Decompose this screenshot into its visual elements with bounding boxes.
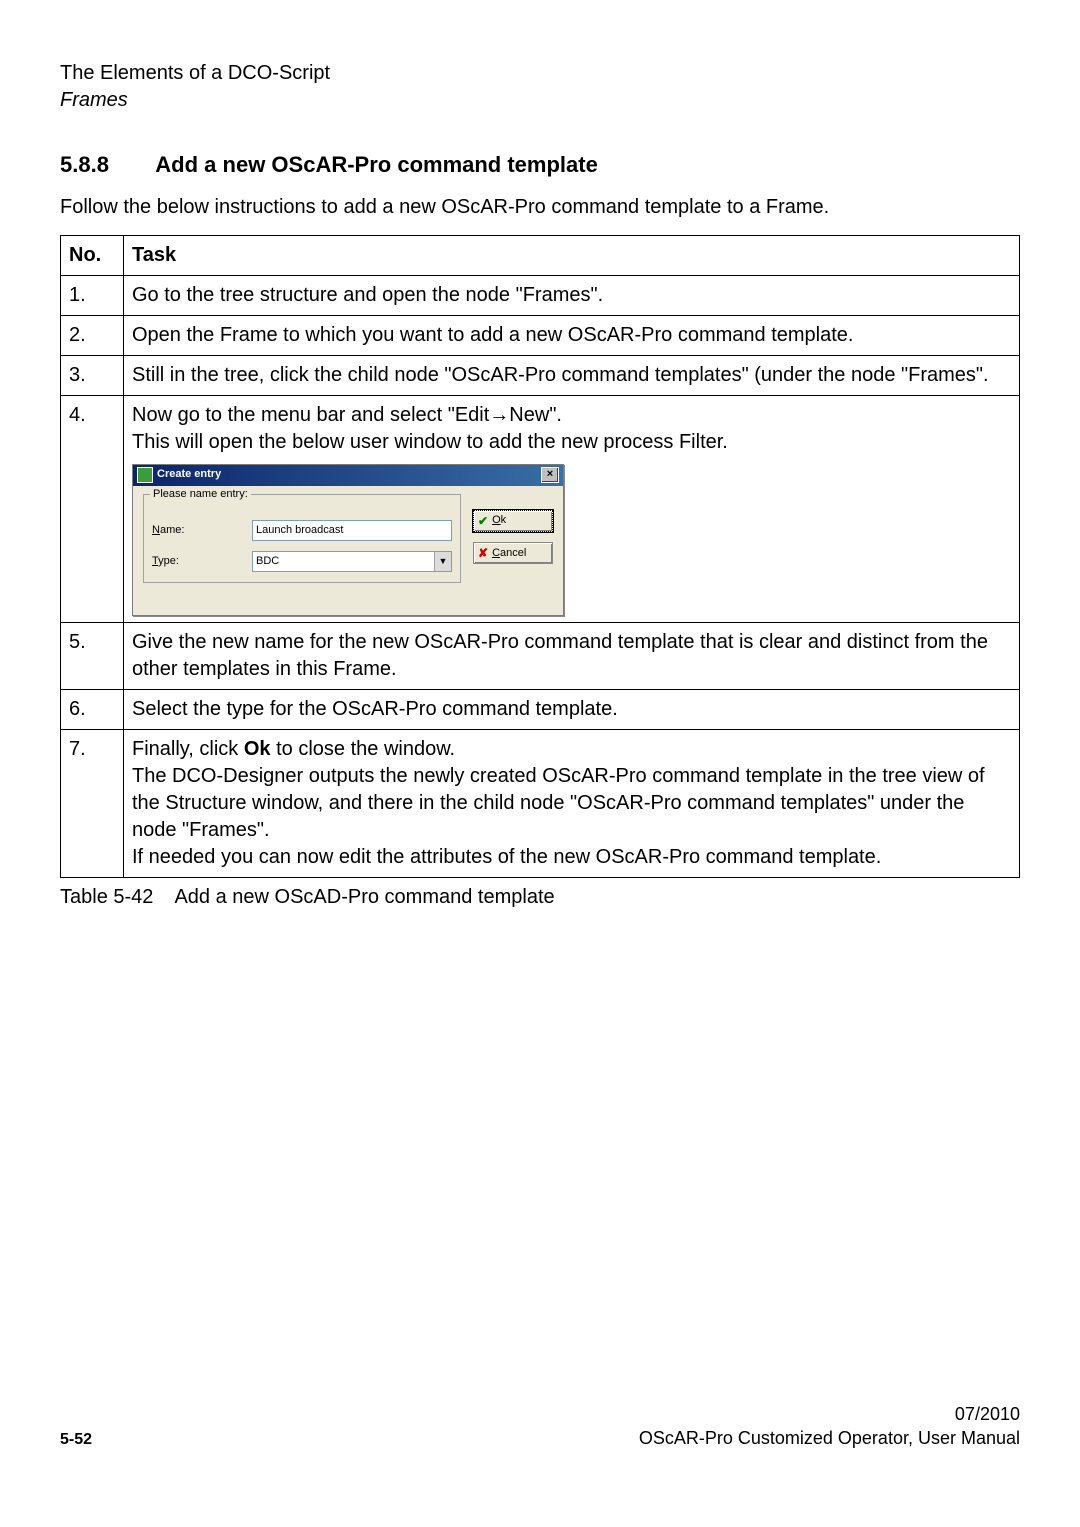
running-header-line1: The Elements of a DCO-Script (60, 60, 1020, 87)
section-heading: 5.8.8 Add a new OScAR-Pro command templa… (60, 150, 1020, 180)
table-row: 6. Select the type for the OScAR-Pro com… (61, 689, 1020, 729)
cell-no: 5. (61, 622, 124, 689)
chevron-down-icon[interactable]: ▼ (434, 552, 451, 571)
dialog-app-icon (137, 467, 153, 483)
step4-line1: Now go to the menu bar and select "Edit→… (132, 402, 1011, 429)
cell-task: Still in the tree, click the child node … (124, 355, 1020, 395)
col-header-no: No. (61, 235, 124, 275)
cell-task: Select the type for the OScAR-Pro comman… (124, 689, 1020, 729)
cell-no: 2. (61, 315, 124, 355)
intro-paragraph: Follow the below instructions to add a n… (60, 194, 1020, 221)
cell-no: 7. (61, 729, 124, 877)
table-row: 4. Now go to the menu bar and select "Ed… (61, 395, 1020, 622)
task-table: No. Task 1. Go to the tree structure and… (60, 235, 1020, 878)
cell-task: Go to the tree structure and open the no… (124, 275, 1020, 315)
table-caption: Table 5-42 Add a new OScAD-Pro command t… (60, 884, 1020, 911)
cell-no: 6. (61, 689, 124, 729)
table-row: 7. Finally, click Ok to close the window… (61, 729, 1020, 877)
type-select[interactable]: BDC ▼ (252, 551, 452, 572)
cell-no: 1. (61, 275, 124, 315)
create-entry-dialog: Create entry × Please name entry: Name: (132, 464, 564, 616)
step4-line2: This will open the below user window to … (132, 429, 1011, 456)
caption-label: Table 5-42 (60, 884, 170, 911)
table-row: 2. Open the Frame to which you want to a… (61, 315, 1020, 355)
table-row: 3. Still in the tree, click the child no… (61, 355, 1020, 395)
cell-task: Give the new name for the new OScAR-Pro … (124, 622, 1020, 689)
col-header-task: Task (124, 235, 1020, 275)
group-legend: Please name entry: (150, 487, 251, 502)
section-title: Add a new OScAR-Pro command template (155, 152, 598, 177)
cell-task: Finally, click Ok to close the window. T… (124, 729, 1020, 877)
cell-no: 3. (61, 355, 124, 395)
footer-date: 07/2010 (639, 1402, 1020, 1426)
type-select-value: BDC (253, 552, 434, 571)
page-number: 5-52 (60, 1429, 92, 1451)
table-row: 5. Give the new name for the new OScAR-P… (61, 622, 1020, 689)
table-row: 1. Go to the tree structure and open the… (61, 275, 1020, 315)
name-input[interactable] (252, 520, 452, 541)
footer-doc-title: OScAR-Pro Customized Operator, User Manu… (639, 1426, 1020, 1450)
section-number: 5.8.8 (60, 150, 150, 180)
check-icon: ✔ (478, 513, 488, 529)
cross-icon: ✘ (478, 545, 488, 561)
running-header-line2: Frames (60, 87, 1020, 114)
ok-button[interactable]: ✔ Ok (473, 510, 553, 532)
name-entry-group: Please name entry: Name: Type: BDC ▼ (143, 494, 461, 583)
cancel-button[interactable]: ✘ Cancel (473, 542, 553, 564)
name-label: Name: (152, 523, 252, 538)
dialog-titlebar: Create entry × (133, 465, 563, 486)
close-icon[interactable]: × (541, 467, 559, 483)
type-label: Type: (152, 554, 252, 569)
cell-no: 4. (61, 395, 124, 622)
caption-text: Add a new OScAD-Pro command template (174, 886, 554, 908)
cell-task: Open the Frame to which you want to add … (124, 315, 1020, 355)
cell-task: Now go to the menu bar and select "Edit→… (124, 395, 1020, 622)
dialog-title: Create entry (157, 467, 221, 482)
